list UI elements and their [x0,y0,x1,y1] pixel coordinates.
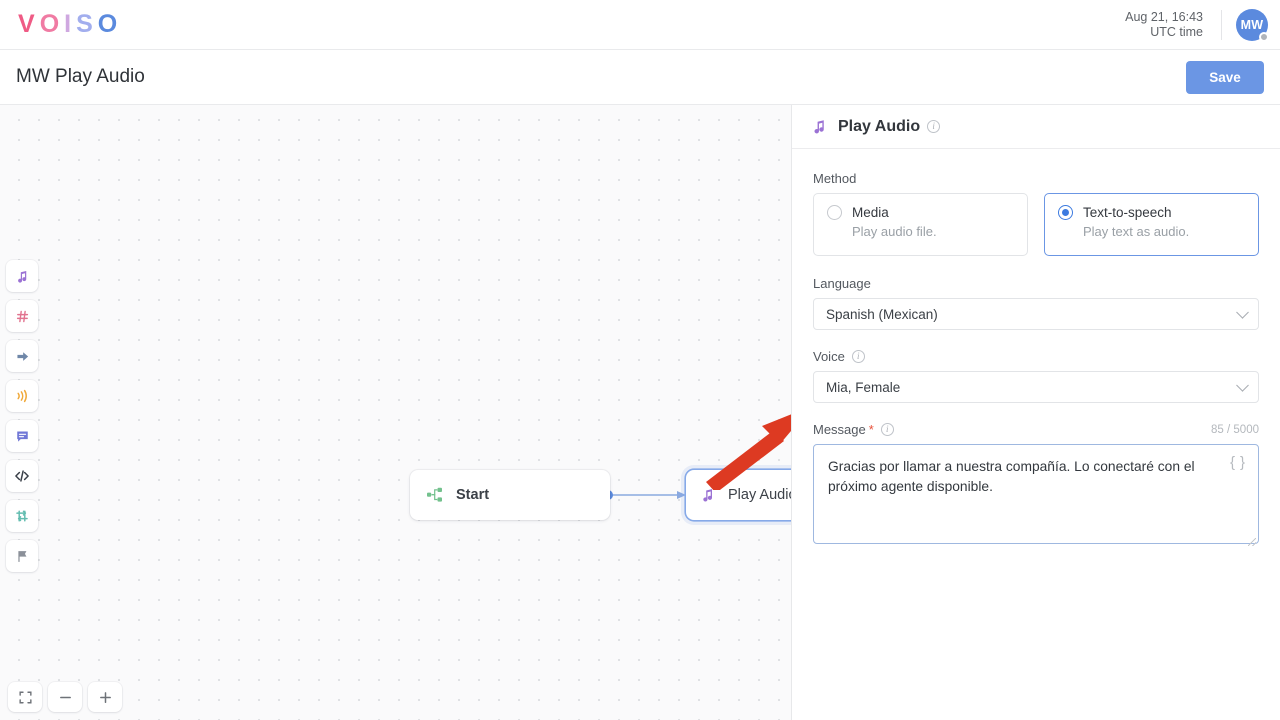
logo-letter-4: S [76,10,98,38]
avatar-status-dot [1259,31,1269,42]
language-label: Language [813,276,871,291]
properties-panel: Play Audio i Method Media Play audio fil… [791,105,1280,720]
method-option-tts-name: Text-to-speech [1083,205,1172,220]
chevron-down-icon [1236,378,1249,392]
panel-header: Play Audio i [792,105,1280,149]
rail-tool-music-note[interactable] [6,260,38,292]
method-option-media[interactable]: Media Play audio file. [813,193,1028,256]
language-select[interactable]: Spanish (Mexican) [813,298,1259,330]
node-play-audio-label: Play Audio [728,487,791,503]
voice-label-row: Voice i [813,349,1259,364]
chat-bubble-icon [16,430,28,442]
message-textarea-wrap: { } [813,444,1259,549]
fit-view-icon [18,691,32,703]
message-label: Message [813,422,866,437]
node-tool-rail [6,260,38,580]
timezone-label: UTC time [1150,24,1203,39]
textarea-resize-handle[interactable] [1247,537,1256,546]
node-play-audio[interactable]: Play Audio [686,470,791,520]
flow-branch-icon [427,487,442,502]
page-title: MW Play Audio [16,66,145,87]
required-asterisk: * [868,422,874,437]
node-start[interactable]: Start [410,470,610,520]
rail-tool-arrow-right[interactable] [6,340,38,372]
message-character-counter: 85 / 5000 [1211,423,1259,436]
fit-view-button[interactable] [8,682,42,712]
panel-title: Play Audio [838,117,921,135]
logo-letter-3: I [64,10,77,38]
panel-body: Method Media Play audio file. Text-to-sp… [792,149,1280,549]
voice-info-icon[interactable]: i [851,350,865,363]
save-button[interactable]: Save [1186,60,1264,94]
panel-title-info-icon[interactable]: i [927,120,941,133]
message-label-row: Message * i 85 / 5000 [813,422,1259,437]
method-options: Media Play audio file. Text-to-speech Pl… [813,193,1259,256]
rail-tool-sound-waves[interactable] [6,380,38,412]
text-to-speech-radio[interactable] [1058,205,1073,220]
music-note-icon [703,489,713,502]
canvas-zoom-controls [8,682,122,712]
rail-tool-hash[interactable] [6,300,38,332]
method-option-media-top: Media [827,205,1015,220]
minus-icon [59,696,71,698]
method-option-text-to-speech[interactable]: Text-to-speech Play text as audio. [1044,193,1259,256]
topbar-divider [1221,9,1222,40]
code-brackets-icon [15,470,29,482]
music-note-icon [814,120,824,134]
top-bar: V O I S O Aug 21, 16:43 UTC time MW [0,0,1280,50]
zoom-out-button[interactable] [48,682,82,712]
transfer-arrows-icon [16,510,28,522]
method-option-tts-desc: Play text as audio. [1083,224,1190,239]
language-value: Spanish (Mexican) [826,306,938,322]
plus-icon [99,691,111,703]
flag-icon [17,550,26,562]
method-label: Method [813,171,857,186]
hash-icon [16,310,28,322]
logo-letter-5: O [97,10,123,38]
media-radio[interactable] [827,205,842,220]
rail-tool-flag[interactable] [6,540,38,572]
rail-tool-chat[interactable] [6,420,38,452]
current-date: Aug 21, 16:43 [1125,9,1203,24]
message-info-icon[interactable]: i [880,423,894,436]
avatar[interactable]: MW [1236,8,1269,42]
logo-letter-2: O [39,10,65,38]
logo-letter-1: V [18,10,40,38]
flow-canvas[interactable]: Start Play Audio [0,105,791,720]
method-option-media-desc: Play audio file. [852,224,937,239]
arrow-right-icon [16,351,28,361]
zoom-in-button[interactable] [88,682,122,712]
datetime-display: Aug 21, 16:43 UTC time [1125,10,1221,40]
insert-variable-icon[interactable]: { } [1230,454,1246,471]
method-option-media-name: Media [852,205,889,220]
sound-waves-icon [17,389,27,403]
rail-tool-code[interactable] [6,460,38,492]
node-start-label: Start [456,487,490,503]
message-input[interactable] [813,444,1259,544]
voice-select[interactable]: Mia, Female [813,371,1259,403]
voiso-logo[interactable]: V O I S O [18,12,122,37]
rail-tool-transfer[interactable] [6,500,38,532]
top-bar-right: Aug 21, 16:43 UTC time MW [1125,0,1280,49]
title-bar: MW Play Audio Save [0,50,1280,105]
music-note-icon [17,270,26,283]
method-option-tts-top: Text-to-speech [1058,205,1246,220]
voice-label: Voice [813,349,845,364]
flow-edges [610,491,686,499]
app-root: V O I S O Aug 21, 16:43 UTC time MW MW P… [0,0,1280,720]
message-group: Message * i 85 / 5000 { } [813,422,1259,549]
voice-group: Voice i Mia, Female [813,349,1259,403]
voice-value: Mia, Female [826,379,901,395]
language-group: Language Spanish (Mexican) [813,276,1259,330]
chevron-down-icon [1236,305,1249,319]
